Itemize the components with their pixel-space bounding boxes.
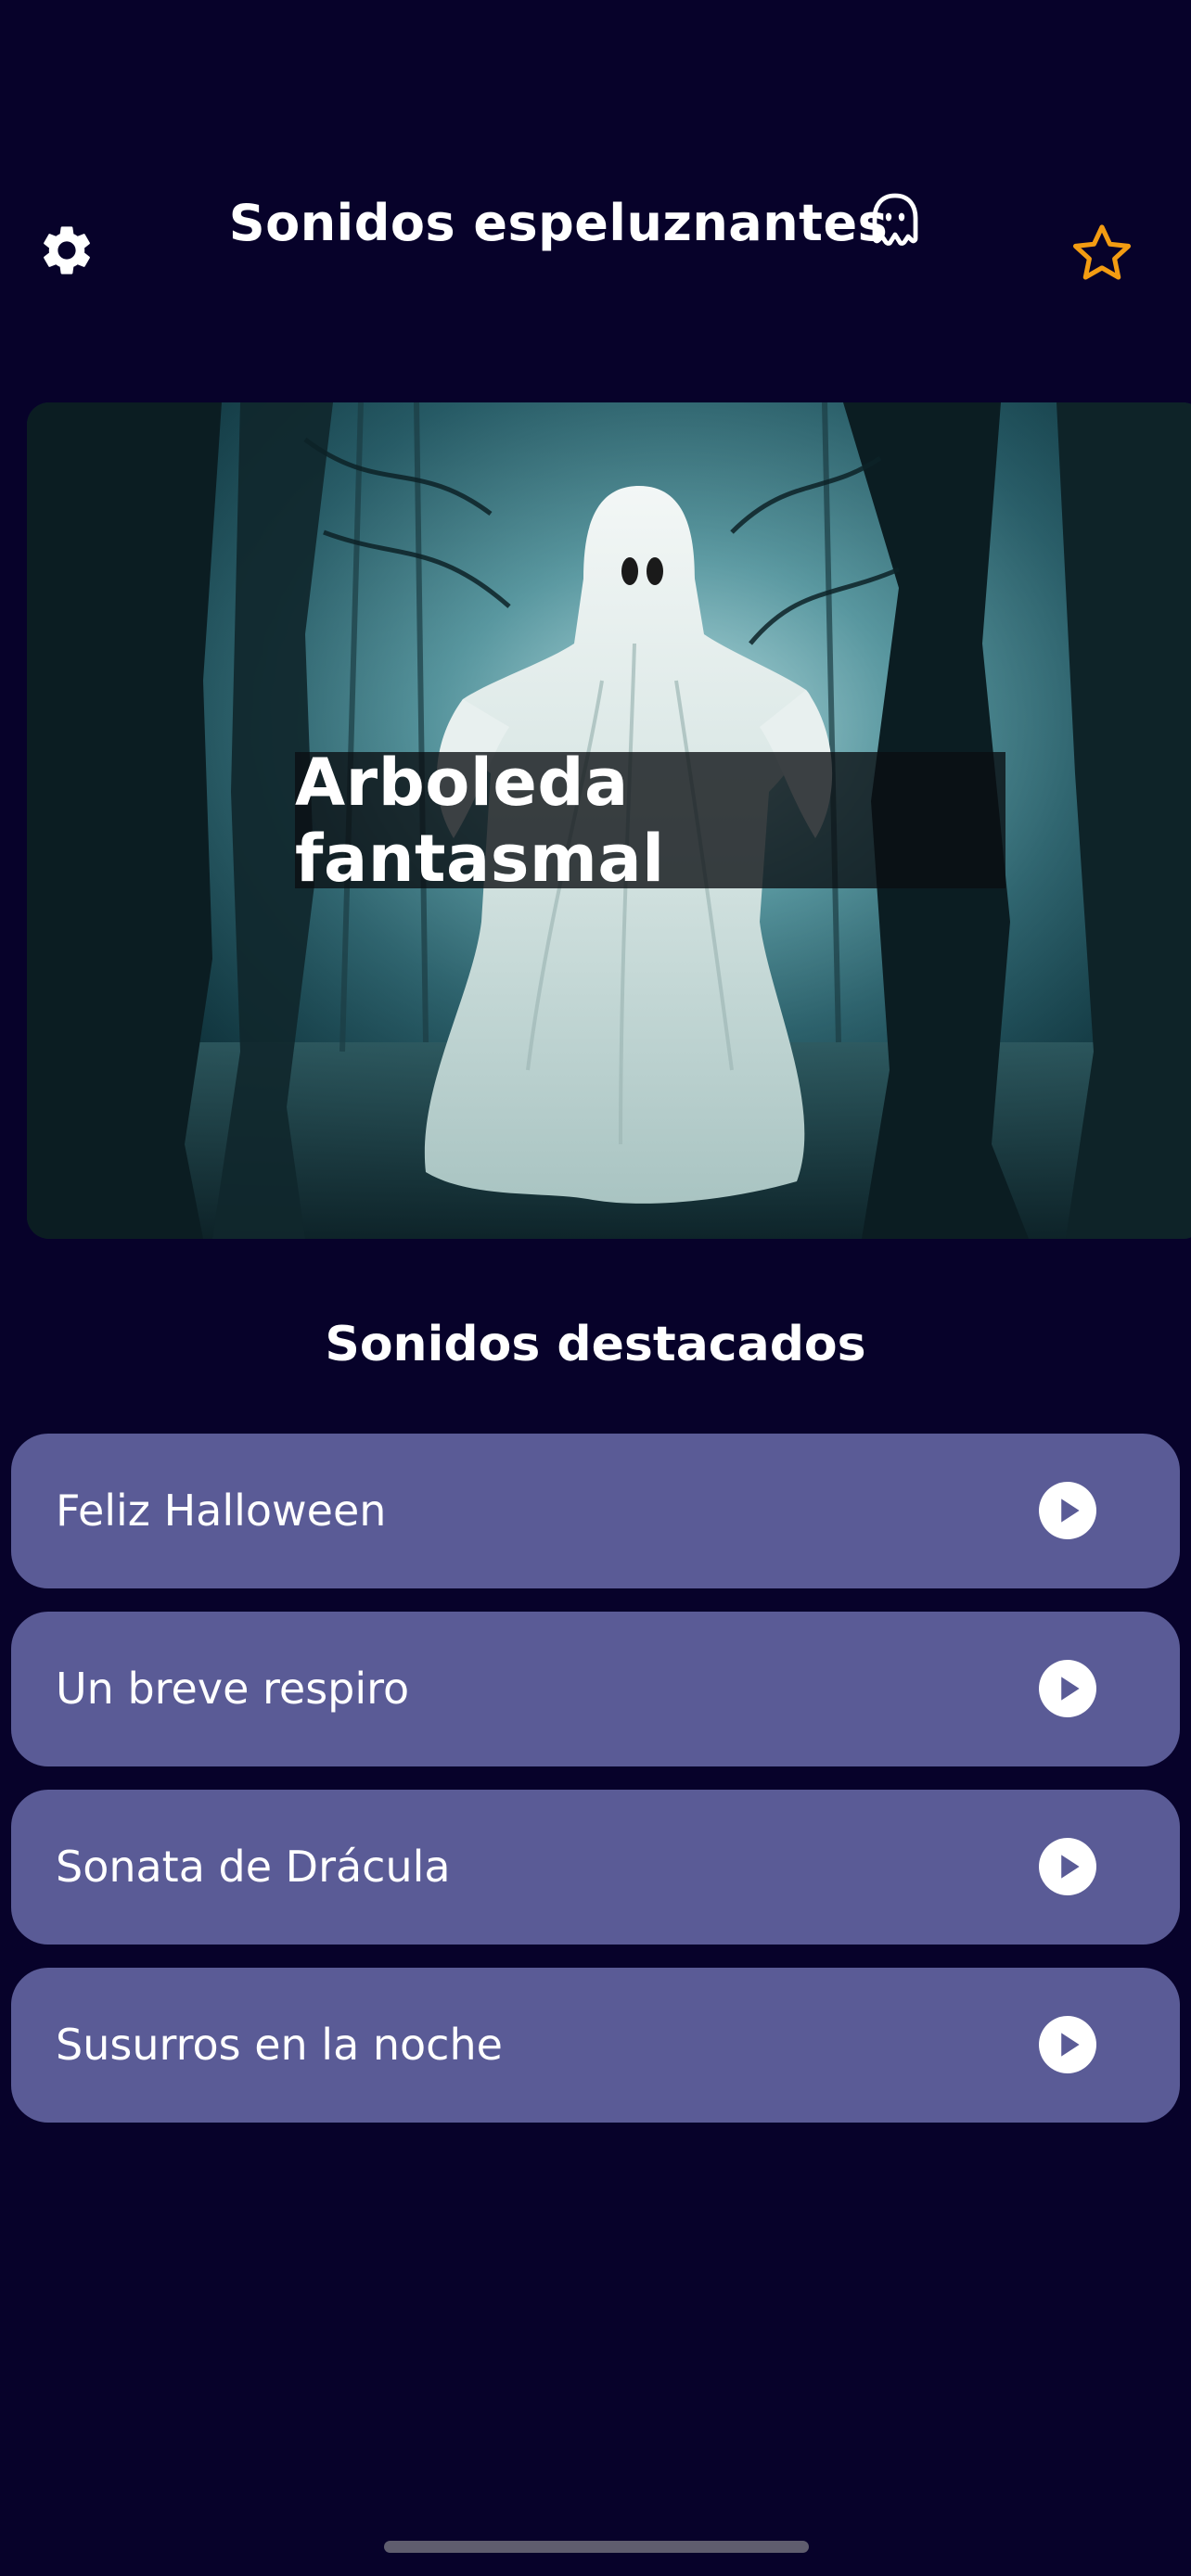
list-item[interactable]: Feliz Halloween — [11, 1434, 1180, 1588]
home-indicator[interactable] — [384, 2541, 809, 2553]
sound-label: Sonata de Drácula — [56, 1842, 451, 1892]
play-icon[interactable] — [1039, 1838, 1096, 1895]
hero-title: Arboleda fantasmal — [295, 744, 665, 897]
featured-title: Sonidos destacados — [325, 1317, 866, 1372]
list-item[interactable]: Un breve respiro — [11, 1612, 1180, 1766]
list-item[interactable]: Sonata de Drácula — [11, 1790, 1180, 1945]
header: Sonidos espeluznantes — [0, 185, 1191, 260]
sound-label: Un breve respiro — [56, 1664, 410, 1714]
list-item[interactable]: Susurros en la noche — [11, 1968, 1180, 2123]
sound-list: Feliz Halloween Un breve respiro Sonata … — [11, 1434, 1180, 2146]
app-screen: Sonidos espeluznantes Arboleda fantasmal… — [0, 0, 1191, 2576]
play-icon[interactable] — [1039, 1482, 1096, 1539]
hero-label-box: Arboleda fantasmal — [295, 745, 1005, 897]
sound-label: Feliz Halloween — [56, 1486, 387, 1536]
app-title: Sonidos espeluznantes — [228, 193, 889, 252]
hero-card[interactable]: Arboleda fantasmal — [27, 402, 1191, 1239]
play-icon[interactable] — [1039, 2016, 1096, 2073]
ghost-icon — [872, 193, 918, 246]
favorites-button[interactable] — [1067, 219, 1137, 289]
play-icon[interactable] — [1039, 1660, 1096, 1717]
sound-label: Susurros en la noche — [56, 2020, 503, 2070]
star-outline-icon — [1072, 224, 1132, 280]
